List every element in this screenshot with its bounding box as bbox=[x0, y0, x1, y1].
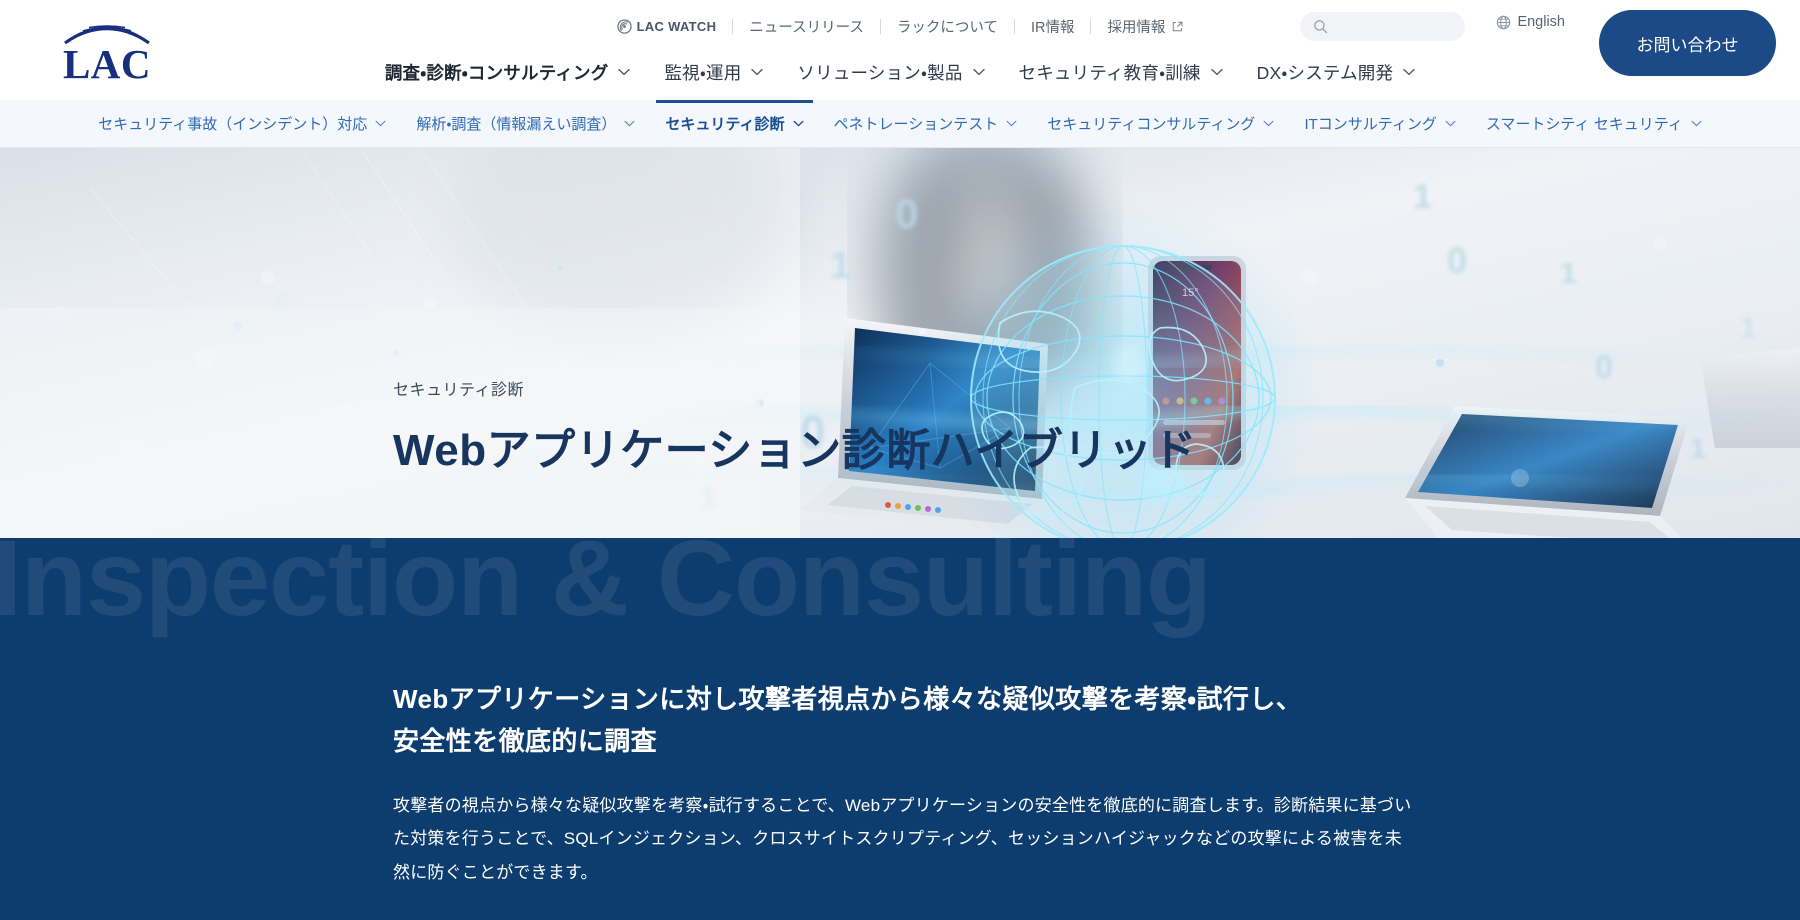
chevron-down-icon bbox=[1006, 120, 1017, 127]
search-icon bbox=[1314, 20, 1328, 34]
chevron-down-icon bbox=[972, 68, 985, 76]
section-watermark: Inspection & Consulting bbox=[0, 538, 1212, 638]
svg-text:0: 0 bbox=[895, 190, 918, 237]
utility-nav-label: IR情報 bbox=[1030, 19, 1075, 36]
svg-text:0: 0 bbox=[1595, 349, 1613, 385]
main-nav-label: セキュリティ教育・訓練 bbox=[1018, 62, 1201, 83]
globe-icon bbox=[1497, 15, 1511, 29]
chevron-down-icon bbox=[1691, 120, 1702, 127]
hero-eyebrow: セキュリティ診断 bbox=[393, 382, 525, 399]
utility-nav-item-ir[interactable]: IR情報 bbox=[1015, 16, 1091, 37]
svg-text:1: 1 bbox=[1690, 433, 1706, 464]
utility-nav-label: LAC WATCH bbox=[636, 18, 717, 34]
sub-nav-label: セキュリティ診断 bbox=[665, 116, 785, 133]
utility-nav-item-about-lac[interactable]: ラックについて bbox=[881, 16, 1014, 37]
chevron-down-icon bbox=[793, 120, 804, 127]
hero-banner: 0 1 0 1 0 0 1 0 1 1 0 0 1 bbox=[0, 148, 1800, 538]
sub-nav-label: ITコンサルティング bbox=[1304, 116, 1437, 133]
sub-nav-item-analysis-investigation[interactable]: 解析・調査（情報漏えい調査） bbox=[401, 100, 650, 148]
intro-paragraph: 攻撃者の視点から様々な疑似攻撃を考察・試行することで、Webアプリケーションの安… bbox=[393, 796, 1412, 882]
svg-text:1: 1 bbox=[830, 245, 851, 287]
sub-nav-item-it-consulting[interactable]: ITコンサルティング bbox=[1289, 100, 1470, 148]
sub-nav-label: セキュリティコンサルティング bbox=[1047, 116, 1256, 133]
sub-nav-label: ペネトレーションテスト bbox=[833, 116, 999, 133]
sub-nav-label: スマートシティ セキュリティ bbox=[1485, 116, 1683, 133]
language-switcher[interactable]: English bbox=[1496, 14, 1565, 30]
main-nav-item-inspection-consulting[interactable]: 調査・診断・コンサルティング bbox=[368, 60, 648, 85]
intro-heading-line-2: 安全性を徹底的に調査 bbox=[393, 726, 658, 757]
chevron-down-icon bbox=[618, 68, 631, 76]
chevron-down-icon bbox=[375, 120, 386, 127]
external-link-icon bbox=[1173, 21, 1183, 31]
chevron-down-icon bbox=[751, 68, 764, 76]
svg-text:1: 1 bbox=[1413, 178, 1432, 216]
chevron-down-icon bbox=[1263, 120, 1274, 127]
main-nav-label: 調査・診断・コンサルティング bbox=[384, 62, 609, 83]
chevron-down-icon bbox=[1445, 120, 1456, 127]
hero-background-image: 0 1 0 1 0 0 1 0 1 1 0 0 1 bbox=[0, 148, 1800, 538]
sub-nav-item-incident-response[interactable]: セキュリティ事故（インシデント）対応 bbox=[83, 100, 401, 148]
main-nav-item-monitoring-operation[interactable]: 監視・運用 bbox=[647, 60, 780, 85]
utility-nav-label: 採用情報 bbox=[1107, 19, 1166, 36]
hero-text-block: セキュリティ診断 Webアプリケーション診断ハイブリッド bbox=[393, 376, 1197, 478]
utility-nav-item-recruit[interactable]: 採用情報 bbox=[1091, 16, 1199, 37]
svg-text:1: 1 bbox=[1560, 257, 1577, 290]
main-nav-item-solutions-products[interactable]: ソリューション・製品 bbox=[780, 60, 1001, 85]
main-nav-item-dx-system-development[interactable]: DX・システム開発 bbox=[1240, 60, 1433, 85]
search-box[interactable] bbox=[1300, 12, 1465, 41]
sub-nav-item-security-diagnosis[interactable]: セキュリティ診断 bbox=[650, 99, 818, 148]
intro-section: Inspection & Consulting Webアプリケーションに対し攻撃… bbox=[0, 538, 1800, 920]
chevron-down-icon bbox=[624, 120, 635, 127]
language-label: English bbox=[1517, 14, 1565, 30]
search-input[interactable] bbox=[1335, 19, 1445, 34]
sub-nav-item-smart-city-security[interactable]: スマートシティ セキュリティ bbox=[1471, 100, 1717, 148]
lac-watch-icon bbox=[616, 18, 632, 34]
main-nav: 調査・診断・コンサルティング 監視・運用 ソリューション・製品 セキュリティ教育… bbox=[0, 52, 1800, 92]
svg-text:0: 0 bbox=[1447, 240, 1467, 281]
intro-content: Webアプリケーションに対し攻撃者視点から様々な疑似攻撃を考察・試行し、 安全性… bbox=[393, 678, 1413, 889]
utility-nav-item-news-release[interactable]: ニュースリリース bbox=[733, 16, 880, 37]
utility-nav-label: ラックについて bbox=[896, 19, 998, 36]
intro-heading: Webアプリケーションに対し攻撃者視点から様々な疑似攻撃を考察・試行し、 安全性… bbox=[393, 678, 1413, 762]
chevron-down-icon bbox=[1403, 68, 1415, 76]
main-nav-label: DX・システム開発 bbox=[1256, 62, 1394, 83]
sub-nav-label: セキュリティ事故（インシデント）対応 bbox=[98, 116, 368, 133]
intro-heading-line-1: Webアプリケーションに対し攻撃者視点から様々な疑似攻撃を考察・試行し、 bbox=[393, 684, 1303, 714]
main-nav-item-security-education[interactable]: セキュリティ教育・訓練 bbox=[1002, 60, 1240, 85]
utility-nav-item-lac-watch[interactable]: LAC WATCH bbox=[601, 19, 733, 34]
site-header: LAC LAC WATCH ニュースリリース ラックについて IR情報 採用情報… bbox=[0, 0, 1800, 100]
sub-nav-item-penetration-test[interactable]: ペネトレーションテスト bbox=[819, 100, 1033, 148]
sub-nav-label: 解析・調査（情報漏えい調査） bbox=[416, 116, 617, 133]
hero-title: Webアプリケーション診断ハイブリッド bbox=[393, 426, 1197, 475]
utility-nav-label: ニュースリリース bbox=[749, 19, 864, 36]
sub-nav-item-security-consulting[interactable]: セキュリティコンサルティング bbox=[1032, 100, 1289, 148]
main-nav-label: 監視・運用 bbox=[664, 62, 742, 83]
chevron-down-icon bbox=[1210, 68, 1223, 76]
sub-nav: セキュリティ事故（インシデント）対応 解析・調査（情報漏えい調査） セキュリティ… bbox=[0, 99, 1800, 148]
svg-text:1: 1 bbox=[1740, 312, 1757, 345]
main-nav-label: ソリューション・製品 bbox=[797, 62, 963, 83]
